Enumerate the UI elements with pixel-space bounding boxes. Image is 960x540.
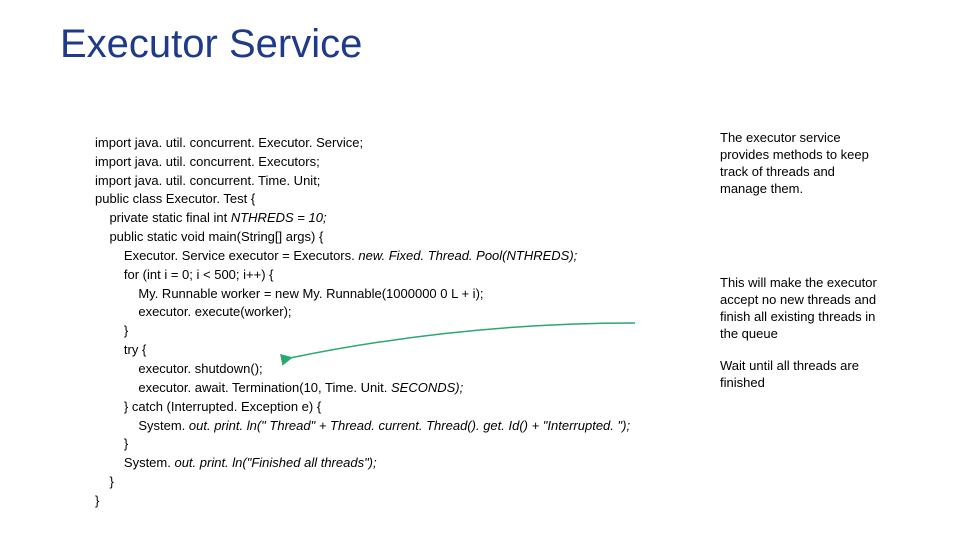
code-line: } [95, 436, 128, 451]
code-line: Executor. Service executor = Executors. … [95, 248, 577, 263]
code-line: import java. util. concurrent. Time. Uni… [95, 173, 320, 188]
code-line: for (int i = 0; i < 500; i++) { [95, 267, 273, 282]
code-line: import java. util. concurrent. Executor.… [95, 135, 363, 150]
code-line: System. out. print. ln("Finished all thr… [95, 455, 377, 470]
code-line: public class Executor. Test { [95, 191, 255, 206]
code-line: executor. shutdown(); [95, 361, 263, 376]
annotation-shutdown: This will make the executor accept no ne… [720, 275, 885, 343]
code-line: } catch (Interrupted. Exception e) { [95, 399, 321, 414]
page-title: Executor Service [60, 22, 362, 67]
code-line: } [95, 474, 114, 489]
code-line: System. out. print. ln(" Thread" + Threa… [95, 418, 630, 433]
code-line: try { [95, 342, 146, 357]
code-line: executor. execute(worker); [95, 304, 292, 319]
code-line: } [95, 493, 99, 508]
code-line: } [95, 323, 128, 338]
code-line: public static void main(String[] args) { [95, 229, 323, 244]
annotation-await: Wait until all threads are finished [720, 358, 885, 392]
code-line: import java. util. concurrent. Executors… [95, 154, 320, 169]
code-line: private static final int NTHREDS = 10; [95, 210, 327, 225]
code-block: import java. util. concurrent. Executor.… [95, 115, 630, 511]
code-line: My. Runnable worker = new My. Runnable(1… [95, 286, 484, 301]
annotation-executor-service: The executor service provides methods to… [720, 130, 885, 198]
code-line: executor. await. Termination(10, Time. U… [95, 380, 463, 395]
